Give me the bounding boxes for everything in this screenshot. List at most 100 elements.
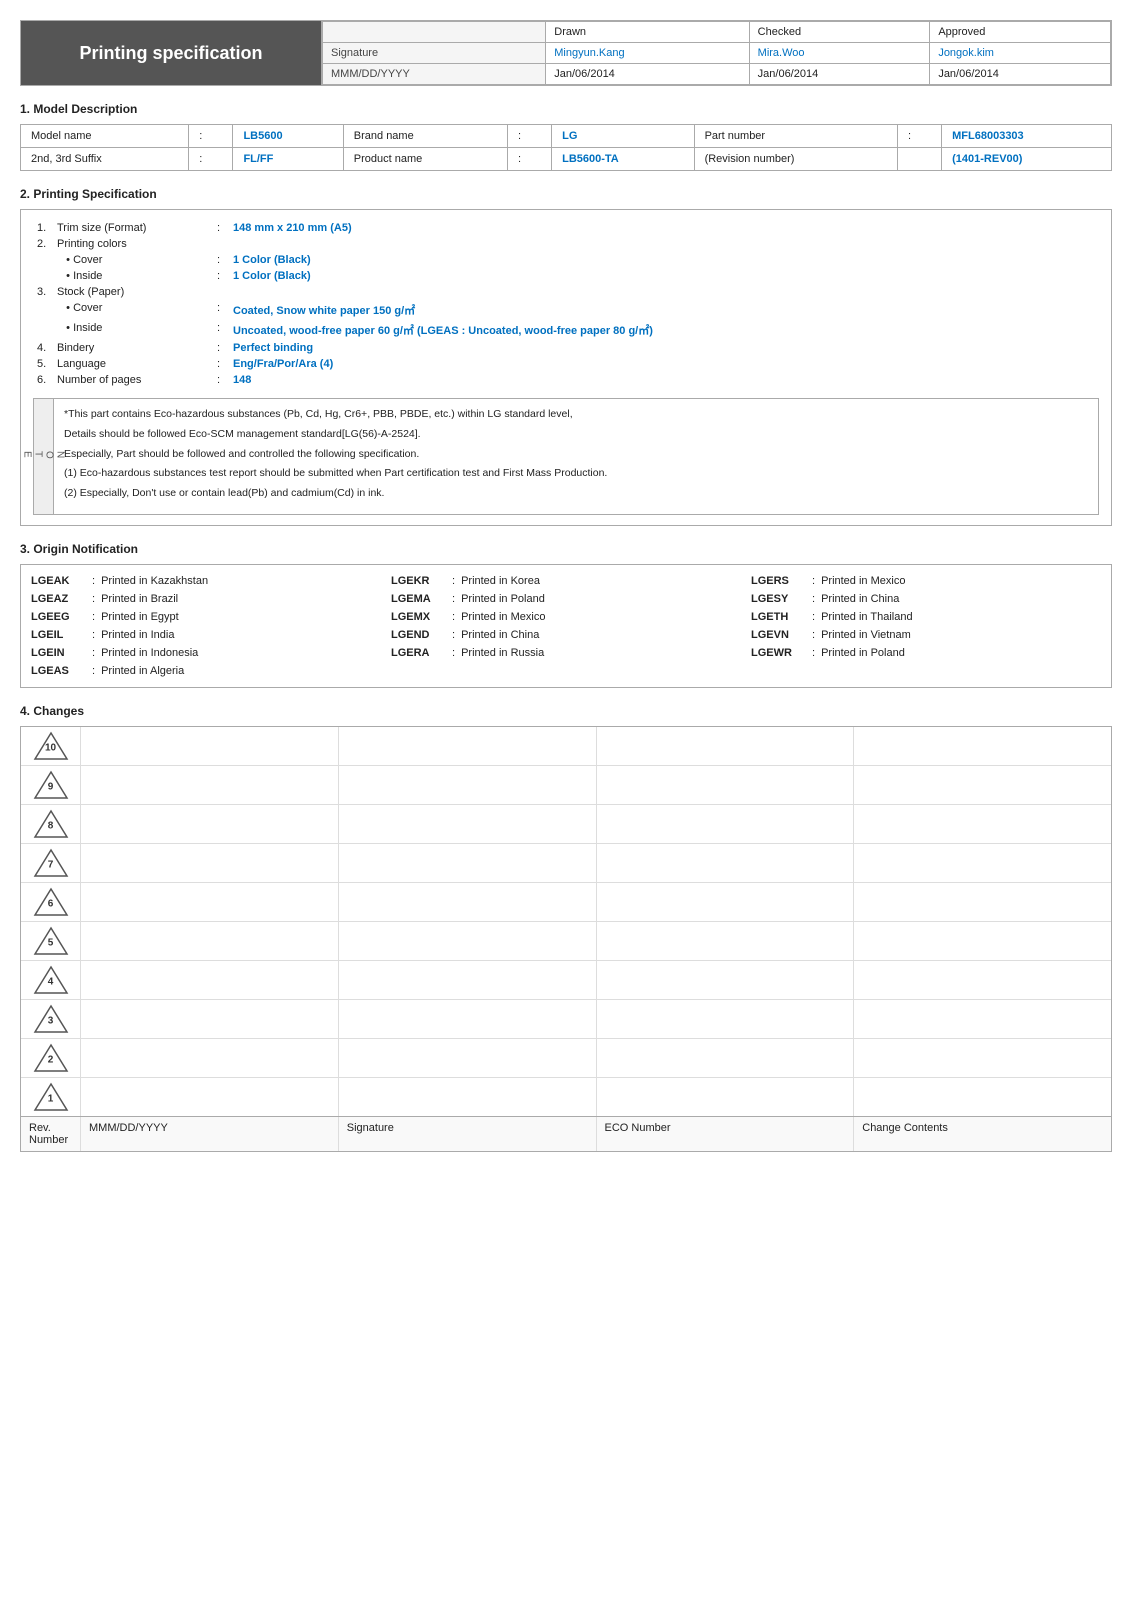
triangle-num-1: 1: [48, 1093, 54, 1104]
drawn-sig: Mingyun.Kang: [546, 43, 749, 64]
spec-val-lang: Eng/Fra/Por/Ara (4): [229, 356, 1099, 372]
notes-box: NOTE *This part contains Eco-hazardous s…: [33, 398, 1099, 515]
date-label: MMM/DD/YYYY: [323, 64, 546, 85]
changes-row-4: 4: [21, 961, 1111, 1000]
model-description-title: 1. Model Description: [20, 102, 1112, 118]
note-2: Details should be followed Eco-SCM manag…: [64, 427, 1088, 443]
approved-date: Jan/06/2014: [930, 64, 1111, 85]
changes-cell-10-2: [597, 727, 855, 765]
origin-code-lgema: LGEMA: [391, 593, 446, 605]
spec-row-bindery: 4. Bindery : Perfect binding: [33, 340, 1099, 356]
sig-label: [323, 22, 546, 43]
origin-desc-lgewr: Printed in Poland: [821, 647, 905, 659]
origin-lgeil: LGEIL : Printed in India: [31, 627, 381, 643]
origin-lgeth: LGETH : Printed in Thailand: [751, 609, 1101, 625]
spec-label-trim: Trim size (Format): [53, 220, 213, 236]
product-name-val: LB5600-TA: [552, 148, 694, 171]
changes-row-8: 8: [21, 805, 1111, 844]
note-5: (2) Especially, Don't use or contain lea…: [64, 486, 1088, 502]
triangle-num-3: 3: [48, 1015, 54, 1026]
changes-cell-1-3: [854, 1078, 1111, 1116]
changes-cell-4-1: [339, 961, 597, 999]
triangle-num-9: 9: [48, 781, 54, 792]
origin-lgeas: LGEAS : Printed in Algeria: [31, 663, 381, 679]
spec-colon-inside: :: [213, 268, 229, 284]
spec-label-colors: Printing colors: [53, 236, 213, 252]
origin-desc-lgeil: Printed in India: [101, 629, 174, 641]
spec-label-lang: Language: [53, 356, 213, 372]
origin-code-lgeil: LGEIL: [31, 629, 86, 641]
changes-cell-2-3: [854, 1039, 1111, 1077]
changes-cell-3-0: [81, 1000, 339, 1038]
rev-cell-3: 3: [21, 1000, 81, 1038]
approved-sig: Jongok.kim: [930, 43, 1111, 64]
changes-cell-3-3: [854, 1000, 1111, 1038]
origin-lgemx: LGEMX : Printed in Mexico: [391, 609, 741, 625]
rev-cell-8: 8: [21, 805, 81, 843]
origin-desc-lgeas: Printed in Algeria: [101, 665, 184, 677]
changes-cell-8-0: [81, 805, 339, 843]
suffix-label: 2nd, 3rd Suffix: [21, 148, 189, 171]
spec-row-colors: 2. Printing colors: [33, 236, 1099, 252]
origin-code-lgeas: LGEAS: [31, 665, 86, 677]
changes-title: 4. Changes: [20, 704, 1112, 720]
changes-cell-5-1: [339, 922, 597, 960]
signature-label: Signature: [323, 43, 546, 64]
origin-code-lgewr: LGEWR: [751, 647, 806, 659]
spec-val-ip: Uncoated, wood-free paper 60 g/㎡ (LGEAS …: [229, 320, 1099, 340]
changes-cell-9-3: [854, 766, 1111, 804]
changes-cell-4-3: [854, 961, 1111, 999]
origin-lgewr: LGEWR : Printed in Poland: [751, 645, 1101, 661]
origin-lgend: LGEND : Printed in China: [391, 627, 741, 643]
spec-colon-ip: :: [213, 320, 229, 340]
origin-lgema: LGEMA : Printed in Poland: [391, 591, 741, 607]
origin-code-lgera: LGERA: [391, 647, 446, 659]
colon5: :: [507, 148, 551, 171]
changes-box: 10 9 8 7 6: [20, 726, 1112, 1152]
spec-label-cp: • Cover: [53, 300, 213, 320]
origin-desc-lgera: Printed in Russia: [461, 647, 544, 659]
spec-colon-5: :: [213, 356, 229, 372]
changes-cell-9-0: [81, 766, 339, 804]
note-4: (1) Eco-hazardous substances test report…: [64, 466, 1088, 482]
changes-cell-1-1: [339, 1078, 597, 1116]
changes-row-10: 10: [21, 727, 1111, 766]
changes-row-7: 7: [21, 844, 1111, 883]
origin-code-lgers: LGERS: [751, 575, 806, 587]
colon4: :: [189, 148, 233, 171]
origin-desc-lgemx: Printed in Mexico: [461, 611, 545, 623]
changes-cell-9-1: [339, 766, 597, 804]
rev-cell-4: 4: [21, 961, 81, 999]
spec-label-pages: Number of pages: [53, 372, 213, 388]
changes-cell-3-2: [597, 1000, 855, 1038]
changes-row-1: 1: [21, 1078, 1111, 1116]
spec-label-inside: • Inside: [53, 268, 213, 284]
origin-code-lgeth: LGETH: [751, 611, 806, 623]
footer-sig: Signature: [339, 1117, 597, 1151]
spec-row-cover-paper: • Cover : Coated, Snow white paper 150 g…: [33, 300, 1099, 320]
changes-cell-5-2: [597, 922, 855, 960]
changes-cell-6-3: [854, 883, 1111, 921]
checked-label: Checked: [749, 22, 930, 43]
origin-lgers: LGERS : Printed in Mexico: [751, 573, 1101, 589]
rev-cell-9: 9: [21, 766, 81, 804]
spec-colon-6: :: [213, 372, 229, 388]
changes-cell-2-0: [81, 1039, 339, 1077]
changes-cell-8-3: [854, 805, 1111, 843]
spec-label-ip: • Inside: [53, 320, 213, 340]
spec-label-cover: • Cover: [53, 252, 213, 268]
spec-row-inside: • Inside : 1 Color (Black): [33, 268, 1099, 284]
changes-cell-7-3: [854, 844, 1111, 882]
part-number-label: Part number: [694, 125, 897, 148]
changes-cell-4-2: [597, 961, 855, 999]
origin-desc-lgers: Printed in Mexico: [821, 575, 905, 587]
triangle-num-5: 5: [48, 937, 54, 948]
triangle-2: 2: [33, 1043, 69, 1073]
origin-code-lgevn: LGEVN: [751, 629, 806, 641]
printing-spec-section: 2. Printing Specification 1. Trim size (…: [20, 187, 1112, 526]
spec-val-trim: 148 mm x 210 mm (A5): [229, 220, 1099, 236]
spec-num-cp: [33, 300, 53, 320]
origin-desc-lgeth: Printed in Thailand: [821, 611, 913, 623]
model-name-label: Model name: [21, 125, 189, 148]
spec-val-cover: 1 Color (Black): [229, 252, 1099, 268]
